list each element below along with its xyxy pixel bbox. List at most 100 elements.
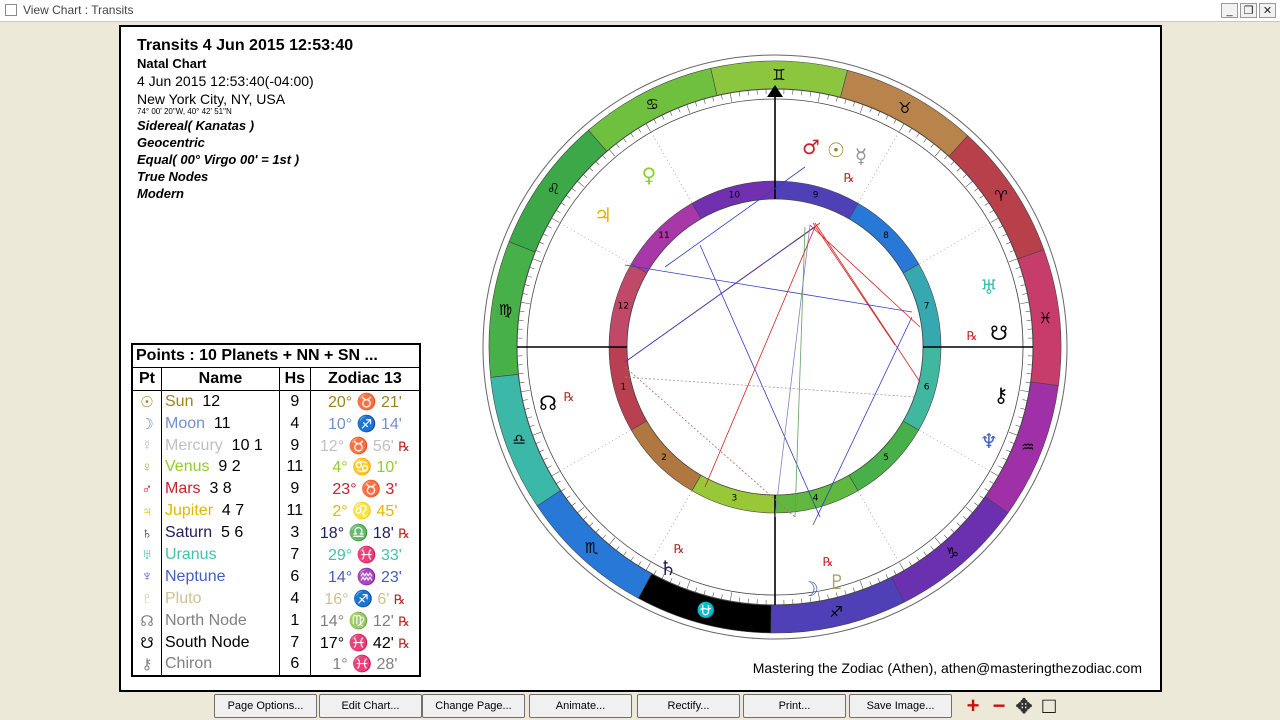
zodiac-sign-icon: ♉ [356,393,377,411]
planet-aspects: 3 8 [209,480,232,498]
transit-planet-icon: ♆ [980,429,998,453]
table-row[interactable]: ☽ Moon 11 4 10° ♐ 14' [132,412,421,435]
house-cell: 9 [279,478,311,501]
table-row[interactable]: ♀ Venus 9 2 11 4° ♋ 10' [132,456,421,479]
planet-glyph-icon: ♂ [132,478,162,501]
table-row[interactable]: ☊ North Node 1 14° ♍ 12' ℞ [132,609,421,632]
animate-button[interactable]: Animate... [529,694,632,718]
zodiac-min: 23' [380,568,402,586]
planet-name: Venus [165,458,210,476]
fit-window-icon[interactable]: □ [1038,693,1060,718]
retrograde-mark: ℞ [398,526,410,542]
sign-glyph-icon: ♎ [513,431,526,449]
planet-aspects: 5 6 [221,524,244,542]
sign-glyph-icon: ♐ [829,603,842,621]
retrograde-mark: ℞ [844,171,855,185]
print-button[interactable]: Print... [743,694,846,718]
table-row[interactable]: ♄ Saturn 5 6 3 18° ♎ 18' ℞ [132,522,421,545]
transit-planet-icon: ☊ [539,391,557,415]
chart-header: Transits 4 Jun 2015 12:53:40 Natal Chart… [137,37,353,201]
save-image-button[interactable]: Save Image... [849,694,952,718]
planet-name-cell: Neptune [161,565,280,588]
table-row[interactable]: ☉ Sun 12 9 20° ♉ 21' [132,390,421,413]
planet-name-cell: Jupiter 4 7 [161,500,280,523]
transit-planet-icon: ♇ [828,570,846,594]
house-number: 5 [883,453,889,463]
app-icon [5,4,17,16]
house-cell: 7 [279,631,311,654]
zodiac-min: 6' [377,590,390,608]
table-row[interactable]: ♅ Uranus 7 29° ♓ 33' [132,544,421,566]
table-row[interactable]: ♇ Pluto 4 16° ♐ 6' ℞ [132,587,421,610]
planet-name-cell: Mars 3 8 [161,478,280,501]
planet-name-cell: Mercury 10 1 [161,434,280,457]
chart-datetime: 4 Jun 2015 12:53:40(-04:00) [137,73,314,89]
planet-aspects: 12 [202,392,221,410]
zodiac-deg: 14° [327,568,353,586]
planet-name: Moon [165,414,206,432]
sign-glyph-icon: ♓ [1039,309,1052,327]
zodiac-min: 14' [380,415,402,433]
zoom-in-icon[interactable]: + [962,693,984,718]
sign-glyph-icon: ♉ [898,99,911,117]
points-table: Points : 10 Planets + NN + SN ... Pt Nam… [131,343,421,678]
close-button[interactable]: ✕ [1259,3,1276,18]
zodiac-deg: 10° [327,415,353,433]
restore-button[interactable]: ❐ [1240,3,1257,18]
zodiac-min: 42' [372,634,394,652]
planet-glyph-icon: ☋ [132,631,162,654]
table-row[interactable]: ♃ Jupiter 4 7 11 2° ♌ 45' [132,500,421,523]
zodiac-min: 28' [376,656,398,674]
planet-name-cell: North Node [161,609,280,632]
rectify-button[interactable]: Rectify... [637,694,740,718]
retrograde-mark: ℞ [393,591,406,607]
retrograde-mark: ℞ [398,613,410,629]
house-number: 7 [924,301,930,311]
table-row[interactable]: ♆ Neptune 6 14° ♒ 23' [132,565,421,588]
edit-chart-button[interactable]: Edit Chart... [319,694,422,718]
transit-planet-icon: ☋ [990,321,1008,345]
zodiac-sign-icon: ♓ [352,656,373,674]
chart-wheel[interactable]: ♊♉♈♓♒♑♐⛎♏♎♍♌♋123 456789101112♂ ☉ ☿♀♃♅☋⚷♆☊♄☽… [475,47,1075,647]
chart-title: Transits 4 Jun 2015 12:53:40 [137,37,354,54]
zodiac-deg: 23° [332,481,357,499]
zodiac-cell: 4° ♋ 10' [310,456,421,479]
house-cell: 11 [279,456,311,479]
planet-glyph-icon: ♇ [132,587,162,610]
planet-name-cell: Venus 9 2 [161,456,280,479]
change-page-button[interactable]: Change Page... [422,694,525,718]
sign-glyph-icon: ♋ [645,95,658,113]
zodiac-deg: 29° [327,546,353,564]
house-number: 10 [729,190,741,200]
planet-glyph-icon: ⚷ [132,653,162,677]
planet-name-cell: Sun 12 [161,390,280,413]
house-cell: 7 [279,544,311,566]
retrograde-mark: ℞ [398,635,410,651]
zodiac-min: 10' [376,459,398,477]
table-row[interactable]: ☿ Mercury 10 1 9 12° ♉ 56' ℞ [132,434,421,457]
sign-glyph-icon: ♌ [547,180,560,198]
table-row[interactable]: ♂ Mars 3 8 9 23° ♉ 3' [132,478,421,501]
zodiac-deg: 16° [324,590,349,608]
planet-name-cell: Chiron [161,653,280,677]
pan-icon[interactable]: ✥ [1013,695,1035,718]
minimize-button[interactable]: _ [1221,3,1238,18]
planet-aspects: 11 [213,414,231,432]
button-bar: Page Options... Edit Chart... Change Pag… [0,693,1280,720]
zodiac-sign-icon: ♋ [352,459,373,477]
planet-name-cell: Moon 11 [161,412,280,435]
table-row[interactable]: ☋ South Node 7 17° ♓ 42' ℞ [132,631,421,654]
planet-name-cell: Pluto [161,587,280,610]
sign-glyph-icon: ♊ [772,66,785,84]
page-options-button[interactable]: Page Options... [214,694,317,718]
sign-glyph-icon: ♑ [946,544,959,562]
transit-planet-icon: ⚷ [994,383,1009,407]
zodiac-deg: 14° [319,612,345,630]
zodiac-min: 21' [380,393,402,411]
setting-perspective: Geocentric [137,135,205,150]
zodiac-sign-icon: ♐ [356,415,377,433]
zoom-out-icon[interactable]: − [988,693,1010,718]
zodiac-cell: 17° ♓ 42' ℞ [310,631,421,654]
table-row[interactable]: ⚷ Chiron 6 1° ♓ 28' [132,653,421,677]
zodiac-deg: 20° [327,393,353,411]
